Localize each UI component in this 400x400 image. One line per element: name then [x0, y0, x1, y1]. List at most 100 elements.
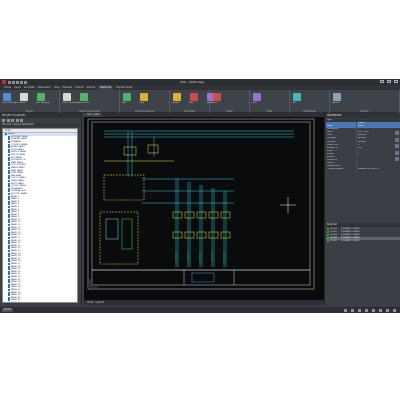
ribbon-button[interactable]	[173, 93, 181, 101]
minimize-icon[interactable]	[380, 80, 384, 83]
title-block[interactable]	[91, 269, 311, 286]
new-project-icon[interactable]	[2, 119, 5, 122]
ribbon-group: Symbol Wire Ladder Schematic	[170, 90, 215, 113]
inner-border[interactable]	[91, 121, 311, 271]
osnap-icon[interactable]	[372, 308, 375, 312]
filter-icon[interactable]	[11, 119, 14, 122]
maximize-icon[interactable]	[387, 80, 391, 83]
relay-symbol[interactable]	[184, 231, 195, 239]
ribbon-button-label: Tools	[252, 102, 257, 104]
checkbox-icon[interactable]	[327, 237, 330, 240]
settings-icon[interactable]	[20, 119, 23, 122]
close-icon[interactable]	[394, 80, 398, 83]
ribbon-button[interactable]	[37, 93, 45, 101]
tree-item[interactable]: PANEL 42	[3, 301, 77, 302]
contactor-symbol[interactable]	[220, 211, 231, 219]
ribbon-button[interactable]	[140, 93, 148, 101]
layout-tab[interactable]: Layout1	[96, 300, 105, 305]
new-icon[interactable]	[8, 80, 11, 84]
ribbon-button-label: Insert Wire	[79, 102, 90, 104]
relay-symbol[interactable]	[220, 231, 231, 239]
project-path: HVA Pull - Library Manufactur	[0, 123, 81, 127]
terminal-strip[interactable]	[105, 218, 119, 240]
project-manager-panel: PROJECT MANAGER HVA Pull - Library Manuf…	[0, 113, 82, 305]
app-logo-icon[interactable]	[2, 80, 6, 84]
pick-icon[interactable]	[395, 131, 399, 135]
ribbon-button-label: Project Manager	[2, 102, 19, 104]
ribbon-button[interactable]	[293, 93, 301, 101]
properties-grid: Type Circuit Code ELECT Description Layer ELEC…	[326, 119, 400, 199]
title-block-logo[interactable]	[191, 272, 215, 283]
ribbon-button[interactable]	[190, 93, 198, 101]
ribbon-button[interactable]	[3, 93, 11, 101]
drawing-frame[interactable]	[87, 118, 315, 290]
control-block[interactable]	[103, 174, 145, 201]
breaker-symbol[interactable]	[123, 146, 137, 156]
ribbon-button[interactable]	[213, 93, 221, 101]
polar-icon[interactable]	[365, 308, 368, 312]
snap-icon[interactable]	[351, 308, 354, 312]
ribbon-button-label: Text	[292, 102, 297, 104]
ribbon-button[interactable]	[253, 93, 261, 101]
ribbon-button[interactable]	[20, 93, 28, 101]
relay-symbol[interactable]	[172, 231, 183, 239]
undo-icon[interactable]	[20, 80, 23, 84]
checkbox-icon[interactable]	[327, 230, 330, 233]
project-tree[interactable]: Code Project AUXILIARY PANEL GENERAL PANEL…	[2, 128, 78, 303]
layout-tab[interactable]: Model	[87, 300, 94, 305]
open-project-icon[interactable]	[6, 119, 10, 122]
open-icon[interactable]	[12, 80, 15, 84]
block-description: SCHEMATIC SYMBOL	[340, 233, 361, 236]
ribbon-group: Text Text Builder	[290, 90, 330, 113]
ribbon-group: Reports Reports	[330, 90, 400, 113]
block-code: 01-002	[330, 230, 337, 233]
contactor-symbol[interactable]	[172, 211, 183, 219]
panel-cabinet[interactable]	[99, 211, 139, 265]
quick-select-icon[interactable]	[395, 144, 399, 148]
schematic-canvas[interactable]	[84, 117, 324, 300]
ribbon-group: Tools Tools	[250, 90, 290, 113]
contactor-symbol[interactable]	[208, 211, 219, 219]
property-row[interactable]: Catalog number PARAMETRIC DEVICE	[326, 168, 400, 172]
refresh-icon[interactable]	[15, 119, 19, 122]
schematic-drawing	[87, 118, 315, 290]
relay-symbol[interactable]	[196, 231, 207, 239]
save-icon[interactable]	[16, 80, 19, 84]
customize-icon[interactable]	[393, 308, 396, 312]
ribbon-button[interactable]	[333, 93, 341, 101]
toggle-icon[interactable]	[395, 150, 399, 155]
ribbon-button[interactable]	[80, 93, 88, 101]
contactor-symbol[interactable]	[196, 211, 207, 219]
relay-symbol[interactable]	[208, 231, 219, 239]
property-value[interactable]: PARAMETRIC DEVICE	[356, 168, 400, 172]
din-rail[interactable]	[121, 218, 133, 250]
block-row[interactable]: 01-005 SCHEMATIC SYMBOL	[326, 240, 400, 243]
window-controls	[380, 80, 398, 83]
checkbox-icon[interactable]	[327, 227, 330, 230]
ortho-icon[interactable]	[358, 308, 361, 312]
ribbon-button-label: Insert Component	[62, 102, 80, 104]
lineweight-icon[interactable]	[379, 308, 382, 312]
block-description: SCHEMATIC SYMBOL	[340, 237, 361, 240]
select-all-icon[interactable]	[395, 137, 399, 142]
grid-icon[interactable]	[344, 308, 347, 312]
properties-panel: PROPERTIES Type Circuit Code ELECT Descripti…	[324, 113, 400, 305]
contactor-symbol[interactable]	[184, 211, 195, 219]
screenshot-stage: HVA - 0000.dwg Home Insert Annotate Paramet…	[0, 0, 400, 400]
checkbox-icon[interactable]	[327, 233, 330, 237]
ribbon-button-label: Symbol	[172, 102, 180, 104]
ribbon-button[interactable]	[63, 93, 71, 101]
block-code: 01-001	[330, 227, 337, 230]
workspace-icon[interactable]	[386, 308, 389, 312]
model-tab[interactable]: Model	[2, 308, 14, 312]
ribbon-button[interactable]	[123, 93, 131, 101]
window-title: HVA - 0000.dwg	[180, 80, 205, 84]
checkbox-icon[interactable]	[327, 240, 330, 243]
block-list-panel: Block list 01-001 SCHEMATIC SYMBOL 01-002 S…	[326, 223, 400, 303]
block-description: SCHEMATIC SYMBOL	[340, 240, 361, 243]
breaker-symbol[interactable]	[147, 144, 159, 154]
ribbon-group: Project Manager Switch New Drawing Project	[0, 90, 60, 113]
redo-icon[interactable]	[24, 80, 27, 84]
info-icon[interactable]	[395, 157, 399, 161]
ribbon-button-label: New Drawing	[36, 102, 50, 104]
